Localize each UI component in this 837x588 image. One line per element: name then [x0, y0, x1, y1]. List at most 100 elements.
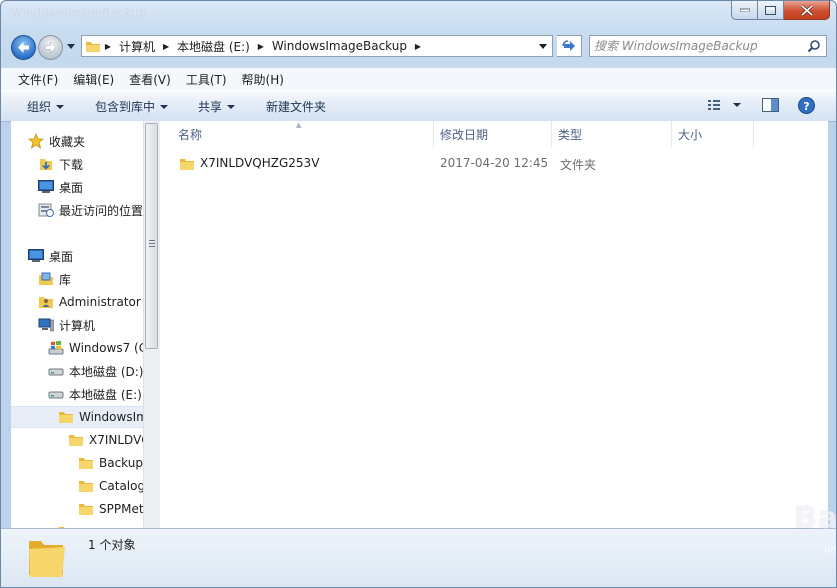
nav-favorites-label: 收藏夹: [49, 134, 86, 149]
address-bar[interactable]: ▶ 计算机 ▶ 本地磁盘 (E:) ▶ WindowsImageBackup ▶: [81, 35, 553, 57]
navigation-pane-scrollbar[interactable]: [143, 121, 160, 528]
file-type: 文件夹: [560, 158, 597, 172]
address-row: ▶ 计算机 ▶ 本地磁盘 (E:) ▶ WindowsImageBackup ▶: [1, 31, 836, 63]
desktop-icon: [38, 180, 54, 193]
folder-icon: [79, 481, 93, 492]
nav-administrator[interactable]: Administrator: [37, 291, 141, 313]
address-history-dropdown[interactable]: [534, 36, 552, 56]
nav-recent-places-label: 最近访问的位置: [59, 203, 143, 218]
libraries-icon: [39, 272, 53, 285]
maximize-button[interactable]: [758, 1, 784, 20]
breadcrumb-windowsimagebackup[interactable]: WindowsImageBackup: [268, 39, 411, 53]
nav-drive-e-label: 本地磁盘 (E:): [69, 387, 142, 402]
nav-catalog-label: Catalog: [99, 479, 143, 493]
nav-desktop-favorite[interactable]: 桌面: [37, 176, 83, 198]
new-folder-button[interactable]: 新建文件夹: [266, 98, 326, 115]
new-folder-label: 新建文件夹: [266, 100, 327, 114]
nav-backup-label: Backup: [99, 456, 143, 470]
nav-favorites[interactable]: 收藏夹: [27, 130, 85, 152]
folder-icon: [79, 504, 93, 515]
nav-desktop-label: 桌面: [49, 249, 74, 264]
computer-icon: [38, 318, 54, 332]
nav-sppmetadata[interactable]: SPPMetadataCache: [77, 498, 143, 520]
refresh-icon: [562, 40, 575, 51]
folder-icon: [79, 458, 93, 469]
title-bar[interactable]: WindowsImageBackup: [1, 1, 836, 27]
forward-button[interactable]: [38, 35, 63, 60]
preview-pane-button[interactable]: [762, 97, 779, 116]
file-name[interactable]: X7INLDVQHZG253V: [200, 156, 319, 170]
watermark-brand: Bai 经验: [794, 501, 837, 536]
folder-icon: [86, 42, 100, 52]
nav-downloads-label: 下载: [59, 157, 84, 172]
back-button[interactable]: [11, 35, 36, 60]
file-list[interactable]: ▲ 名称 修改日期 类型 大小 X7INLDVQHZG253V 2017-04-…: [160, 121, 828, 528]
nav-drive-e[interactable]: 本地磁盘 (E:): [47, 383, 142, 405]
breadcrumb-separator[interactable]: ▶: [101, 42, 115, 51]
folder-icon: [29, 541, 65, 577]
hard-drive-icon: [48, 368, 64, 376]
breadcrumb-separator[interactable]: ▶: [254, 42, 268, 51]
address-folder-icon-wrap: [82, 36, 101, 56]
nav-backup[interactable]: Backup: [77, 452, 143, 474]
table-row[interactable]: X7INLDVQHZG253V 2017-04-20 12:45 文件夹: [160, 154, 828, 174]
windows-drive-icon: [48, 340, 64, 355]
recent-places-icon: [38, 203, 54, 217]
forward-arrow-icon: [44, 41, 57, 54]
column-header-modified[interactable]: 修改日期: [434, 121, 552, 147]
nav-x7-folder-label: X7INLDVQHZG253V: [89, 433, 143, 447]
nav-drive-d[interactable]: 本地磁盘 (D:): [47, 360, 143, 382]
content-area: 收藏夹 下载 桌面 最近访问的位置 桌面 库 Administrator 计算机…: [11, 121, 828, 528]
menu-help[interactable]: 帮助(H): [225, 71, 291, 88]
search-icon[interactable]: [807, 39, 821, 53]
search-box[interactable]: [589, 35, 827, 57]
nav-desktop[interactable]: 桌面: [27, 245, 73, 267]
chevron-down-icon: [160, 104, 169, 109]
column-header-name[interactable]: 名称: [160, 121, 434, 147]
details-pane: 1 个对象 Bai 经验 jingyan.baidu.com: [1, 501, 837, 587]
refresh-button[interactable]: [557, 35, 582, 57]
hard-drive-icon: [48, 391, 64, 399]
breadcrumb-separator[interactable]: ▶: [411, 42, 425, 51]
search-input[interactable]: [594, 37, 800, 55]
maximize-icon: [765, 5, 776, 15]
breadcrumb-separator[interactable]: ▶: [159, 42, 173, 51]
nav-computer[interactable]: 计算机: [37, 314, 95, 336]
nav-catalog[interactable]: Catalog: [77, 475, 143, 497]
watermark-url: jingyan.baidu.com: [824, 543, 837, 556]
minimize-button[interactable]: [731, 1, 758, 20]
nav-recent-places[interactable]: 最近访问的位置: [37, 199, 143, 221]
help-button[interactable]: ?: [798, 97, 815, 117]
nav-drive-c[interactable]: Windows7 (C:): [47, 337, 143, 359]
nav-drive-d-label: 本地磁盘 (D:): [69, 364, 143, 379]
column-header-size[interactable]: 大小: [672, 121, 754, 147]
recent-pages-dropdown-icon[interactable]: [67, 44, 76, 50]
include-in-library-button[interactable]: 包含到库中: [95, 98, 169, 115]
nav-windowsimagebackup[interactable]: WindowsImageBackup: [57, 406, 143, 428]
close-icon: [800, 4, 813, 16]
nav-more-folder[interactable]: [57, 521, 79, 528]
nav-drive-c-label: Windows7 (C:): [69, 341, 143, 355]
minimize-icon: [739, 8, 750, 12]
organize-label: 组织: [27, 100, 52, 114]
column-name-label: 名称: [178, 127, 203, 142]
back-arrow-icon: [18, 42, 29, 53]
user-folder-icon: [39, 297, 53, 308]
include-in-library-label: 包含到库中: [95, 100, 156, 114]
star-icon: [28, 133, 44, 149]
nav-x7-folder[interactable]: X7INLDVQHZG253V: [67, 429, 143, 451]
chevron-down-icon: [539, 43, 547, 49]
navigation-pane[interactable]: 收藏夹 下载 桌面 最近访问的位置 桌面 库 Administrator 计算机…: [11, 121, 143, 528]
nav-libraries[interactable]: 库: [37, 268, 71, 290]
breadcrumb-computer[interactable]: 计算机: [115, 38, 159, 55]
column-header-type[interactable]: 类型: [552, 121, 672, 147]
nav-downloads[interactable]: 下载: [37, 153, 83, 175]
view-options-button[interactable]: [707, 97, 745, 116]
breadcrumb-drive-e[interactable]: 本地磁盘 (E:): [173, 38, 254, 55]
column-type-label: 类型: [558, 127, 583, 142]
scrollbar-thumb[interactable]: [145, 123, 158, 349]
svg-text:?: ?: [803, 100, 809, 113]
share-button[interactable]: 共享: [198, 98, 236, 115]
close-button[interactable]: [784, 1, 830, 20]
organize-button[interactable]: 组织: [27, 98, 65, 115]
